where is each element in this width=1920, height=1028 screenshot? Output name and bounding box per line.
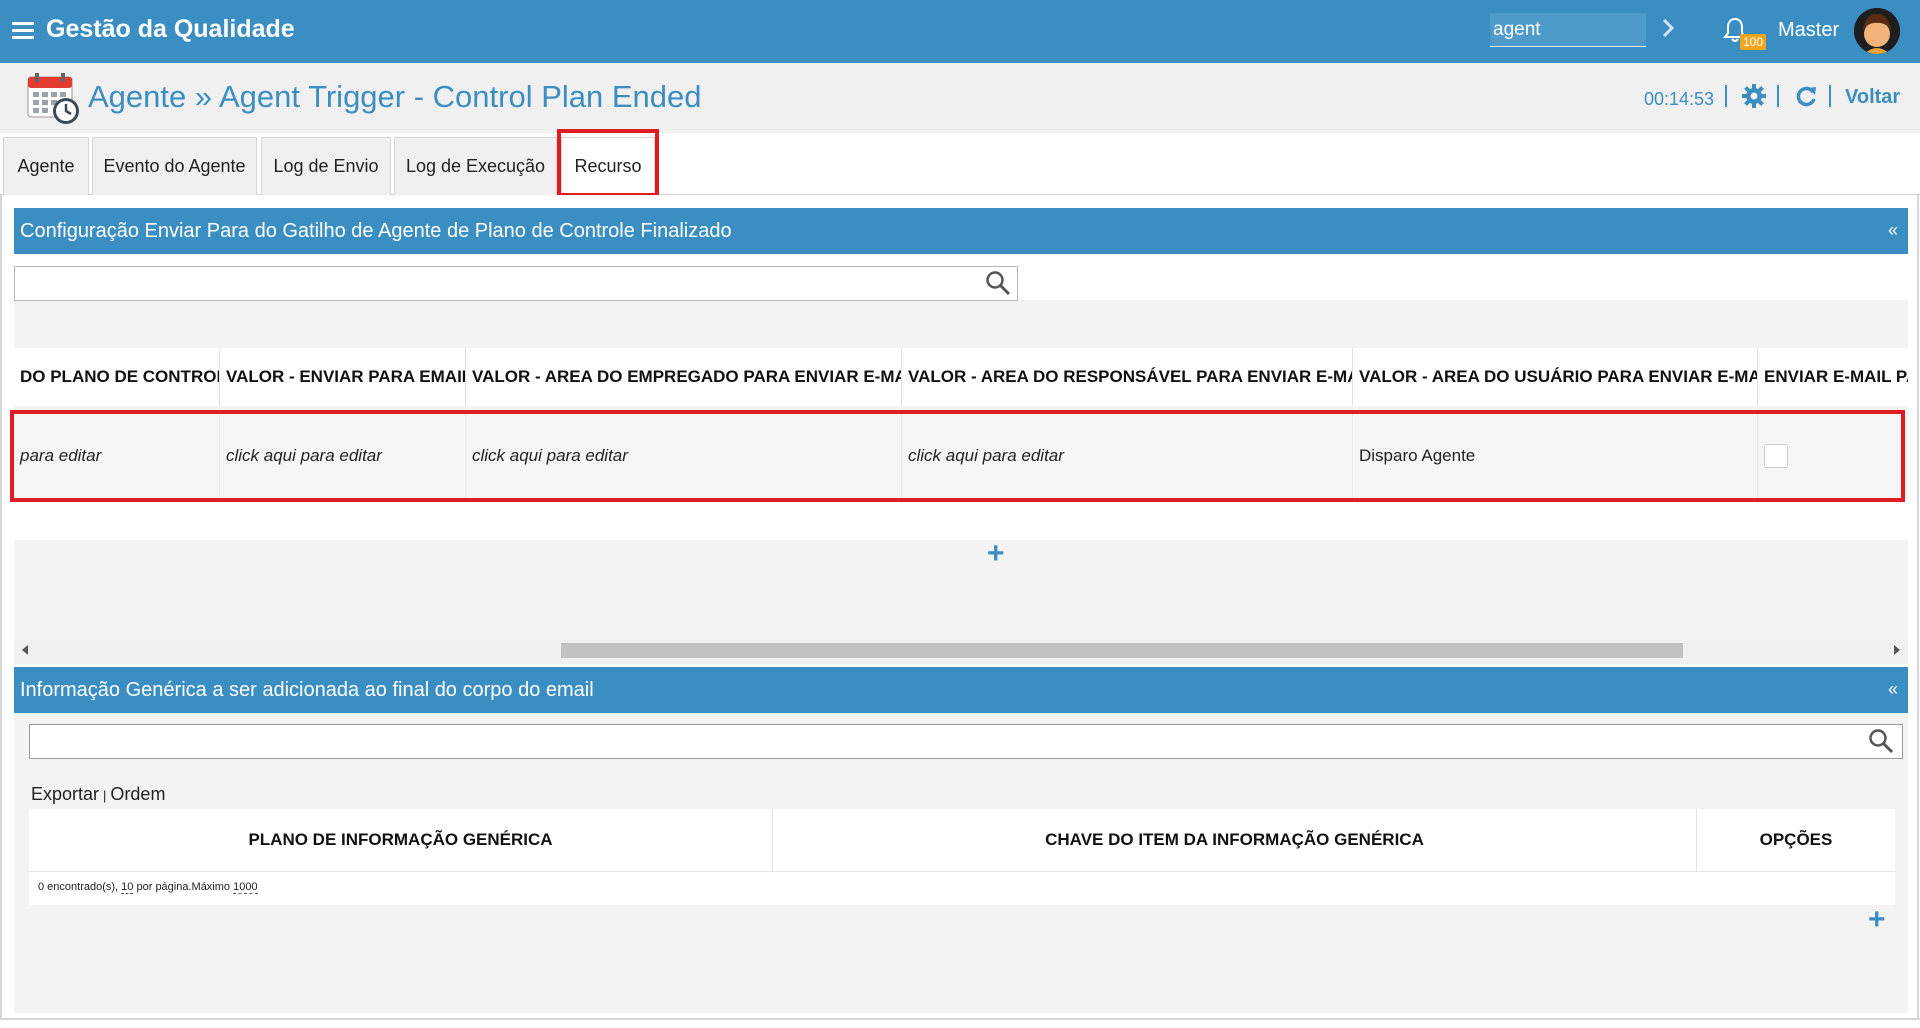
editable-cell[interactable]: Disparo Agente: [1353, 413, 1758, 499]
column-header[interactable]: VALOR - ENVIAR PARA EMAIL: [220, 348, 466, 406]
export-link[interactable]: Exportar: [31, 784, 99, 804]
gear-icon[interactable]: [1741, 83, 1767, 109]
found-count: 0 encontrado(s),: [38, 881, 119, 893]
column-header[interactable]: ENVIAR E-MAIL PA: [1758, 348, 1908, 406]
table-row: para editar click aqui para editar click…: [14, 413, 1908, 499]
frame-border: [1917, 195, 1919, 1020]
notifications-button[interactable]: 100: [1722, 14, 1767, 52]
refresh-icon[interactable]: [1793, 83, 1819, 109]
notification-count-badge: 100: [1740, 34, 1767, 50]
search-icon[interactable]: [985, 270, 1011, 296]
user-name[interactable]: Master: [1778, 19, 1839, 42]
collapse-button[interactable]: «: [1888, 220, 1898, 241]
grid-header: DO PLANO DE CONTROLE VALOR - ENVIAR PARA…: [14, 348, 1908, 406]
panel-title: Informação Genérica a ser adicionada ao …: [20, 678, 594, 701]
add-generic-info-button[interactable]: +: [1868, 905, 1886, 935]
calendar-clock-icon: [26, 71, 82, 127]
editable-cell[interactable]: click aqui para editar: [466, 413, 902, 499]
header-divider: [1725, 85, 1727, 107]
page-title: Agente » Agent Trigger - Control Plan En…: [88, 79, 702, 114]
column-header: OPÇÕES: [1759, 830, 1833, 849]
grid-spacer: [14, 499, 1908, 540]
horizontal-scrollbar[interactable]: [14, 640, 1908, 664]
generic-info-table: PLANO DE INFORMAÇÃO GENÉRICA CHAVE DO IT…: [29, 809, 1895, 905]
back-button[interactable]: Voltar: [1845, 86, 1900, 109]
add-row-button[interactable]: +: [987, 539, 1005, 569]
panel-generic-info-header: Informação Genérica a ser adicionada ao …: [14, 667, 1908, 713]
per-page-label: por página.Máximo: [136, 881, 231, 893]
global-search-input[interactable]: [1490, 13, 1646, 47]
frame-border: [0, 1018, 1920, 1020]
pagination-info: 0 encontrado(s), 10 por página.Máximo 10…: [29, 871, 1895, 905]
tab-evento-do-agente[interactable]: Evento do Agente: [92, 137, 257, 195]
column-header[interactable]: CHAVE DO ITEM DA INFORMAÇÃO GENÉRICA: [773, 809, 1697, 871]
header-divider: [1777, 85, 1779, 107]
editable-cell[interactable]: click aqui para editar: [220, 413, 466, 499]
editable-cell[interactable]: para editar: [14, 413, 220, 499]
panel1-search-input[interactable]: [14, 266, 1018, 301]
menu-icon[interactable]: [12, 22, 34, 40]
column-header[interactable]: VALOR - AREA DO EMPREGADO PARA ENVIAR E-…: [466, 348, 902, 406]
scroll-right-arrow[interactable]: [1894, 645, 1900, 655]
app-title: Gestão da Qualidade: [46, 15, 295, 43]
tab-bar: Agente Evento do Agente Log de Envio Log…: [0, 133, 1920, 195]
panel2-search-input[interactable]: [29, 724, 1903, 759]
avatar[interactable]: [1854, 8, 1900, 54]
checkbox-cell: [1758, 413, 1908, 499]
grid-area: DO PLANO DE CONTROLE VALOR - ENVIAR PARA…: [14, 300, 1908, 656]
collapse-button[interactable]: «: [1888, 679, 1898, 700]
send-email-checkbox[interactable]: [1764, 444, 1788, 468]
page-header: Agente » Agent Trigger - Control Plan En…: [0, 63, 1920, 133]
tab-log-de-envio[interactable]: Log de Envio: [261, 137, 391, 195]
tab-recurso[interactable]: Recurso: [561, 137, 655, 195]
scrollbar-thumb[interactable]: [561, 643, 1683, 658]
chevron-right-icon[interactable]: [1660, 16, 1680, 42]
column-header[interactable]: VALOR - AREA DO RESPONSÁVEL PARA ENVIAR …: [902, 348, 1353, 406]
order-link[interactable]: Ordem: [110, 784, 165, 804]
header-divider: [1829, 85, 1831, 107]
editable-cell[interactable]: click aqui para editar: [902, 413, 1353, 499]
top-bar: Gestão da Qualidade 100 Master: [0, 0, 1920, 63]
session-timer: 00:14:53: [1644, 89, 1715, 109]
link-separator: |: [103, 788, 107, 803]
panel-title: Configuração Enviar Para do Gatilho de A…: [20, 219, 732, 242]
max-selector[interactable]: 1000: [233, 881, 258, 894]
table-actions: Exportar | Ordem: [31, 784, 165, 805]
page-size-selector[interactable]: 10: [121, 881, 134, 894]
tab-agente[interactable]: Agente: [3, 137, 89, 195]
tab-log-de-execucao[interactable]: Log de Execução: [394, 137, 557, 195]
column-header[interactable]: PLANO DE INFORMAÇÃO GENÉRICA: [29, 809, 773, 871]
scroll-left-arrow[interactable]: [22, 645, 28, 655]
panel-send-to-config-header: Configuração Enviar Para do Gatilho de A…: [14, 208, 1908, 254]
column-header[interactable]: VALOR - AREA DO USUÁRIO PARA ENVIAR E-MA…: [1353, 348, 1758, 406]
column-header[interactable]: DO PLANO DE CONTROLE: [14, 348, 220, 406]
frame-border: [0, 195, 2, 1020]
search-icon[interactable]: [1868, 728, 1894, 754]
